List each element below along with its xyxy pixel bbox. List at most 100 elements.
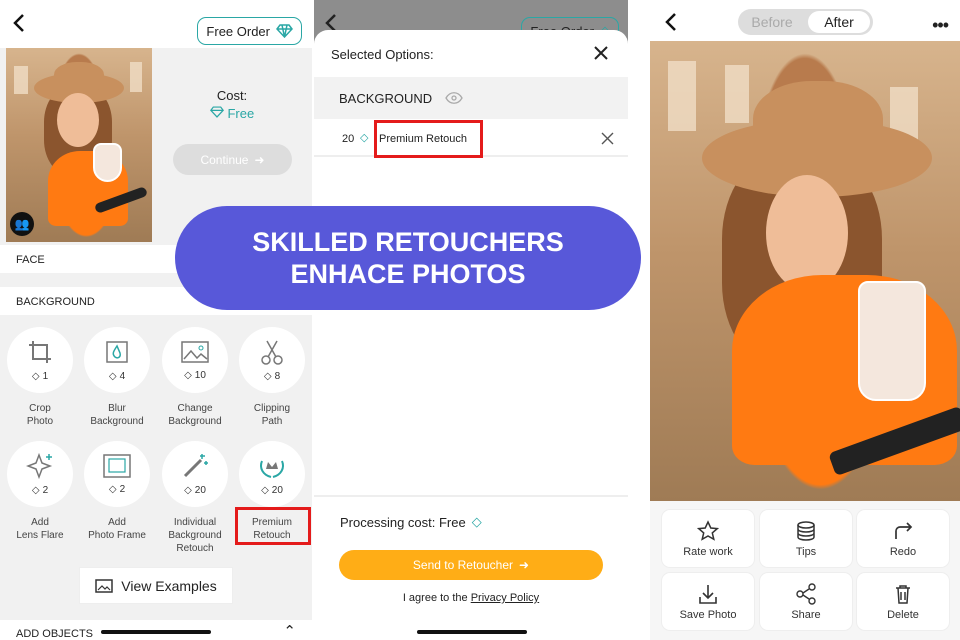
redo-button[interactable]: Redo xyxy=(857,510,949,567)
back-button[interactable] xyxy=(8,12,30,34)
cost-label: Cost: xyxy=(216,88,248,103)
sheet-title: Selected Options: xyxy=(331,47,434,62)
tool-label: Individual Background Retouch xyxy=(168,517,222,554)
tool-cost: ◇ 2 xyxy=(31,484,49,496)
options-sheet: Selected Options: BACKGROUND 20 ◇ Premiu… xyxy=(314,30,628,640)
frame-icon xyxy=(103,453,131,478)
tool-cost: ◇ 1 xyxy=(31,370,49,382)
diamond-icon: ◇ xyxy=(261,484,269,496)
action-label: Save Photo xyxy=(679,608,737,621)
processing-cost-text: Processing cost: Free xyxy=(340,514,466,530)
continue-button[interactable]: Continue ➜ xyxy=(173,144,292,175)
banner-line-2: ENHACE PHOTOS xyxy=(290,259,526,289)
tool-cost: ◇ 20 xyxy=(261,484,283,496)
tool-clipping-path[interactable]: ◇ 8 Clipping Path xyxy=(234,327,310,428)
cost-value-row: Free xyxy=(172,106,292,121)
tool-add-lens-flare[interactable]: ◇ 2 Add Lens Flare xyxy=(2,441,78,542)
view-examples-button[interactable]: View Examples xyxy=(79,567,233,604)
photo-frame-circle: ◇ 2 xyxy=(84,441,150,507)
arrow-right-icon: ➜ xyxy=(519,558,530,572)
tool-cost: ◇ 10 xyxy=(184,369,206,381)
tool-label: Blur Background xyxy=(90,403,144,427)
free-order-label: Free Order xyxy=(206,23,270,39)
diamond-icon: ◇ xyxy=(108,370,117,382)
tool-cost: ◇ 20 xyxy=(184,484,206,496)
chevron-left-icon xyxy=(665,13,676,31)
banner-line-1: SKILLED RETOUCHERS xyxy=(252,227,564,257)
blur-background-circle: ◇ 4 xyxy=(84,327,150,393)
selected-options-panel: Free Order ◇ Selected Options: BACKGROUN… xyxy=(314,0,628,640)
continue-label: Continue xyxy=(200,152,249,167)
after-tab[interactable]: After xyxy=(808,11,870,33)
tool-blur-background[interactable]: ◇ 4 Blur Background xyxy=(79,327,155,428)
remove-option-icon[interactable] xyxy=(601,132,614,145)
cost-summary: Cost: Free xyxy=(172,88,292,121)
tool-individual-background-retouch[interactable]: ◇ 20 Individual Background Retouch xyxy=(157,441,233,555)
download-icon xyxy=(699,584,717,604)
arrow-right-icon: ➜ xyxy=(254,152,265,167)
diamond-icon: ◇ xyxy=(360,132,369,144)
tips-button[interactable]: Tips xyxy=(760,510,852,567)
action-label: Delete xyxy=(887,608,919,621)
gallery-icon xyxy=(95,578,114,593)
crown-wreath-icon xyxy=(260,460,284,478)
result-panel: Before After ••• Rate work Tips Redo Sav… xyxy=(650,0,960,640)
home-indicator xyxy=(417,630,527,634)
diamond-icon: ◇ xyxy=(108,483,117,495)
tool-label: Add Lens Flare xyxy=(16,517,64,541)
action-label: Tips xyxy=(795,545,817,558)
share-button[interactable]: Share xyxy=(760,573,852,630)
tool-change-background[interactable]: ◇ 10 Change Background xyxy=(157,327,233,428)
cost-value: Free xyxy=(227,106,255,121)
star-icon xyxy=(697,519,719,541)
share-icon xyxy=(796,582,816,605)
tool-crop-photo[interactable]: ◇ 1 Crop Photo xyxy=(2,327,78,428)
tool-label: Premium Retouch xyxy=(251,517,292,541)
scissors-icon xyxy=(261,340,283,365)
image-icon xyxy=(181,340,209,363)
coins-icon xyxy=(797,520,815,541)
diamond-icon: ◇ xyxy=(263,370,272,382)
diamond-icon: ◇ xyxy=(31,370,40,382)
blur-icon xyxy=(106,340,128,363)
row-divider xyxy=(314,155,628,157)
tool-label: Change Background xyxy=(168,403,222,427)
tool-cost: ◇ 4 xyxy=(108,370,126,382)
chevron-up-icon: ⌃ xyxy=(283,623,296,640)
chevron-left-icon xyxy=(13,14,24,32)
left-editor-panel: Free Order 👥 Cost: Free Continue ➜ FACE … xyxy=(0,0,312,640)
send-to-retoucher-button[interactable]: Send to Retoucher ➜ xyxy=(339,550,603,580)
eye-icon[interactable] xyxy=(445,92,463,104)
save-photo-button[interactable]: Save Photo xyxy=(662,573,754,630)
back-button[interactable] xyxy=(660,11,682,33)
action-label: Redo xyxy=(889,545,917,558)
option-cost: 20 xyxy=(342,133,355,145)
tool-label: Add Photo Frame xyxy=(88,517,146,541)
background-group-label: BACKGROUND xyxy=(339,91,433,106)
retouched-photo[interactable] xyxy=(650,41,960,501)
tool-premium-retouch[interactable]: ◇ 20 Premium Retouch xyxy=(234,441,310,542)
left-header: Free Order xyxy=(0,0,312,48)
close-icon[interactable] xyxy=(592,44,610,62)
redo-icon xyxy=(895,521,913,539)
delete-button[interactable]: Delete xyxy=(857,573,949,630)
face-section-label: FACE xyxy=(16,254,45,266)
option-label: Premium Retouch xyxy=(379,133,468,145)
tool-add-photo-frame[interactable]: ◇ 2 Add Photo Frame xyxy=(79,441,155,542)
tool-label: Crop Photo xyxy=(26,403,54,427)
add-objects-label: ADD OBJECTS xyxy=(16,628,94,640)
background-section-label: BACKGROUND xyxy=(16,296,95,308)
before-tab[interactable]: Before xyxy=(741,11,803,33)
privacy-policy-link[interactable]: Privacy Policy xyxy=(471,592,539,604)
crop-photo-circle: ◇ 1 xyxy=(7,327,73,393)
before-after-toggle[interactable]: Before After xyxy=(738,9,873,35)
thumbnail-photo[interactable]: 👥 xyxy=(6,48,152,242)
more-options-icon[interactable]: ••• xyxy=(932,15,949,36)
free-order-button[interactable]: Free Order xyxy=(197,17,302,45)
trash-icon xyxy=(896,584,910,604)
rate-work-button[interactable]: Rate work xyxy=(662,510,754,567)
diamond-icon xyxy=(276,24,293,38)
tool-cost: ◇ 2 xyxy=(108,483,126,495)
background-option-group: BACKGROUND xyxy=(314,77,628,119)
individual-retouch-circle: ◇ 20 xyxy=(162,441,228,507)
